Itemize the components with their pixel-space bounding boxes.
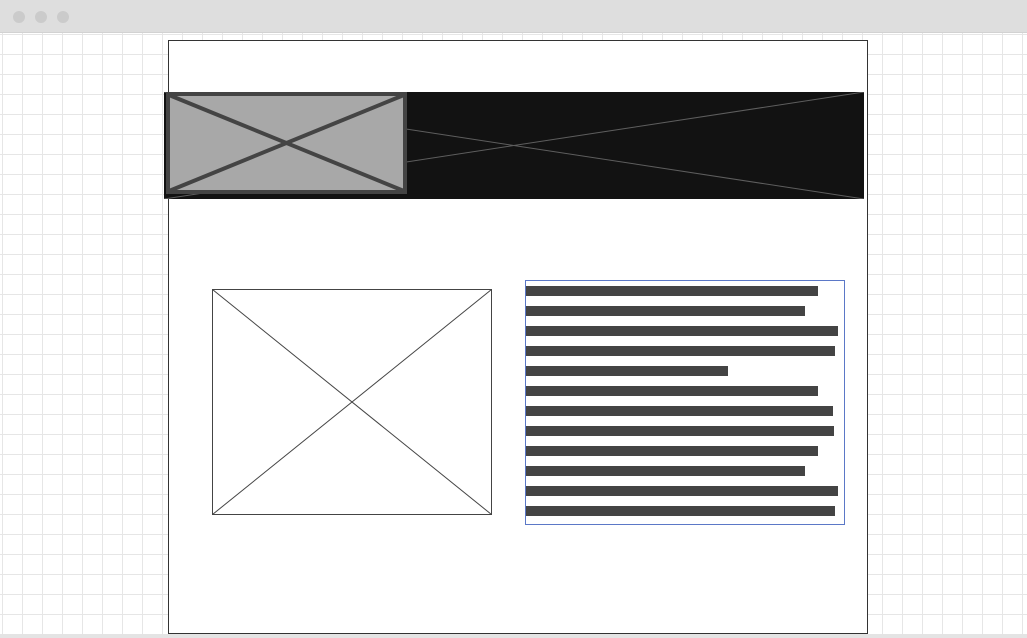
text-line-placeholder	[526, 286, 818, 296]
text-line-placeholder	[526, 446, 818, 456]
text-line-placeholder	[526, 486, 838, 496]
bottom-edge	[0, 634, 1027, 638]
image-placeholder-icon	[212, 289, 492, 515]
text-line-placeholder	[526, 426, 834, 436]
text-line-placeholder	[526, 386, 818, 396]
content-image-placeholder[interactable]	[212, 289, 492, 515]
text-line-placeholder	[526, 506, 835, 516]
close-window-button[interactable]	[13, 11, 25, 23]
selected-image-placeholder[interactable]	[166, 92, 407, 194]
image-placeholder-icon	[166, 92, 407, 194]
text-line-placeholder	[526, 306, 805, 316]
text-placeholder-block[interactable]	[525, 280, 845, 525]
text-line-placeholder	[526, 346, 835, 356]
minimize-window-button[interactable]	[35, 11, 47, 23]
text-line-placeholder	[526, 366, 728, 376]
maximize-window-button[interactable]	[57, 11, 69, 23]
text-line-placeholder	[526, 466, 805, 476]
text-line-placeholder	[526, 406, 833, 416]
text-line-placeholder	[526, 326, 838, 336]
window-title-bar	[0, 0, 1027, 33]
